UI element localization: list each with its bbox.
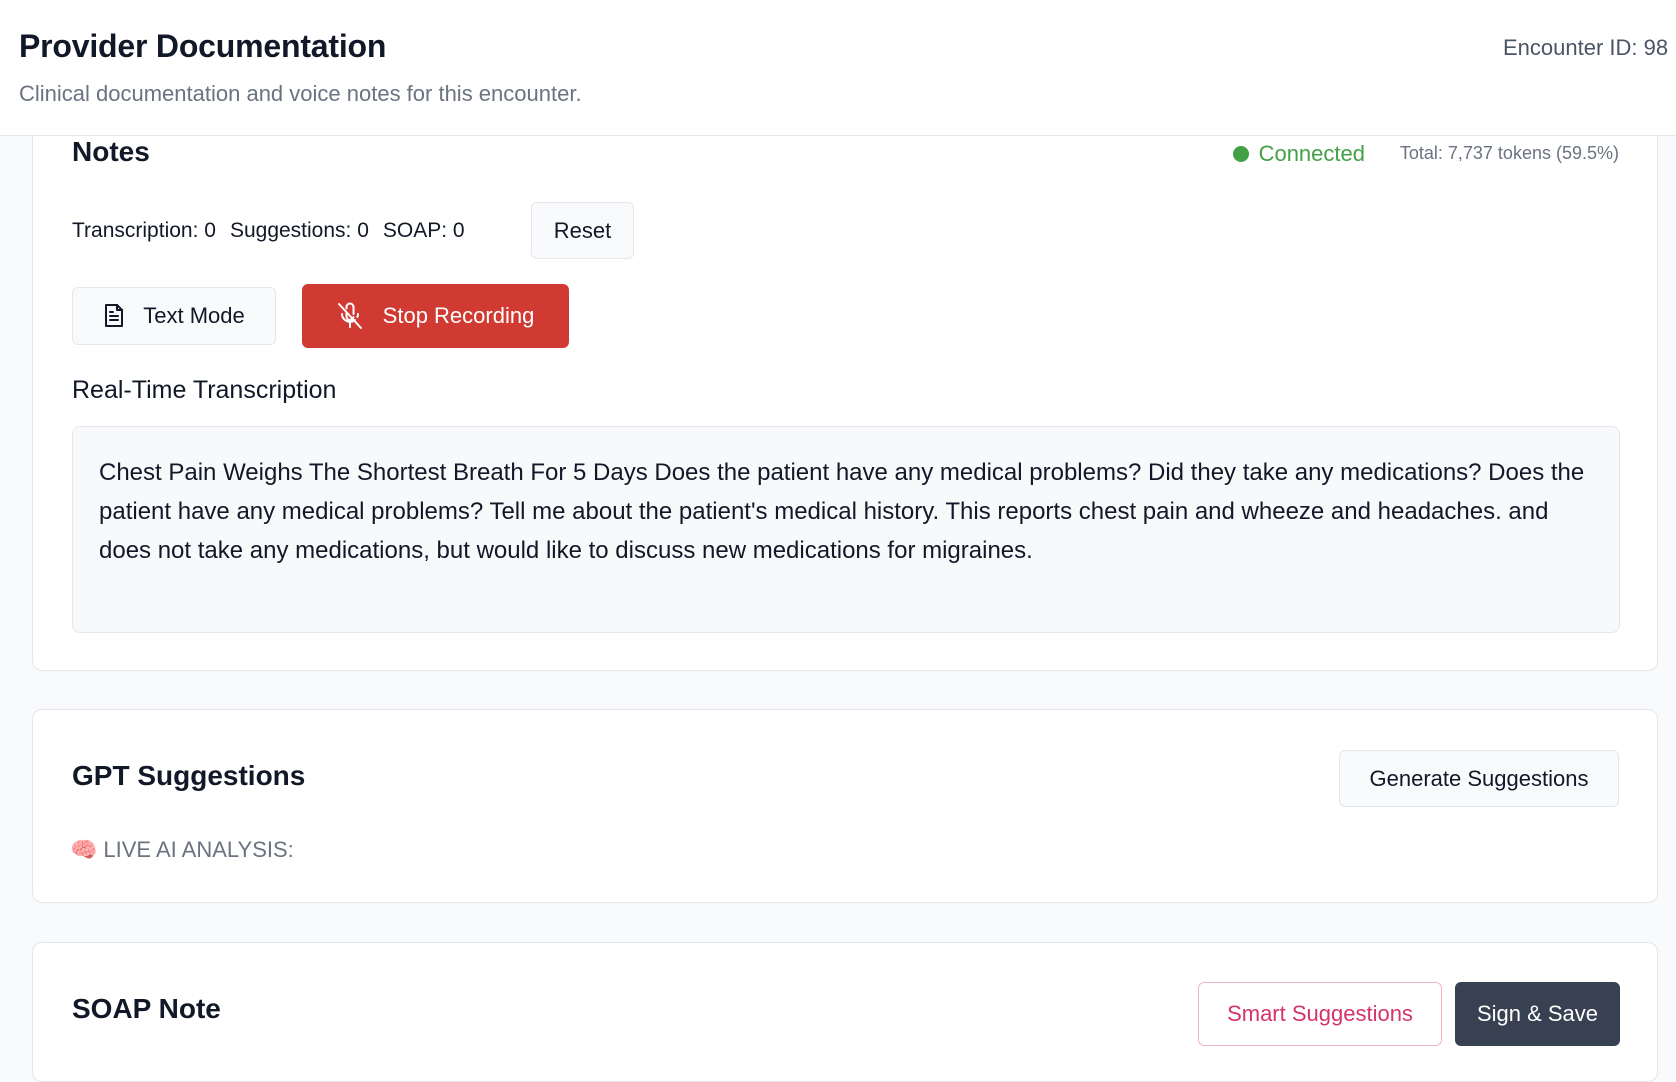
transcription-heading: Real-Time Transcription [72, 376, 337, 404]
smart-suggestions-button[interactable]: Smart Suggestions [1198, 982, 1442, 1046]
page-header: Provider Documentation Clinical document… [0, 0, 1676, 136]
live-ai-analysis: 🧠 LIVE AI ANALYSIS: [70, 837, 294, 863]
status-label: Connected [1258, 141, 1365, 166]
transcription-text: Chest Pain Weighs The Shortest Breath Fo… [72, 426, 1620, 633]
connection-status: Connected [1232, 141, 1365, 167]
reset-button[interactable]: Reset [531, 202, 634, 259]
text-mode-button[interactable]: Text Mode [72, 287, 276, 345]
page-subtitle: Clinical documentation and voice notes f… [19, 81, 582, 106]
transcription-count: Transcription: 0 [72, 219, 216, 242]
gpt-suggestions-title: GPT Suggestions [72, 760, 306, 791]
generate-suggestions-button[interactable]: Generate Suggestions [1339, 750, 1619, 807]
counts-row: Transcription: 0 Suggestions: 0 SOAP: 0 [72, 219, 465, 243]
page-title: Provider Documentation [19, 28, 387, 64]
stop-recording-label: Stop Recording [382, 303, 535, 328]
sign-save-button[interactable]: Sign & Save [1455, 982, 1620, 1046]
live-ai-analysis-label: LIVE AI ANALYSIS: [103, 837, 294, 862]
suggestions-count: Suggestions: 0 [229, 219, 369, 242]
mic-off-icon [337, 302, 363, 330]
notes-title: Notes [72, 136, 150, 167]
text-mode-label: Text Mode [143, 303, 245, 328]
stop-recording-button[interactable]: Stop Recording [302, 284, 569, 348]
encounter-id: Encounter ID: 98 [1503, 35, 1669, 60]
notes-card: Notes Connected Total: 7,737 tokens (59.… [32, 100, 1658, 671]
brain-icon: 🧠 [70, 837, 98, 862]
document-icon [103, 303, 125, 329]
status-dot-icon [1232, 146, 1249, 162]
soap-note-title: SOAP Note [72, 993, 221, 1024]
token-total: Total: 7,737 tokens (59.5%) [1399, 143, 1619, 163]
soap-note-card: SOAP Note Smart Suggestions Sign & Save [32, 942, 1658, 1082]
soap-count: SOAP: 0 [382, 219, 465, 242]
gpt-suggestions-card: GPT Suggestions Generate Suggestions 🧠 L… [32, 709, 1658, 903]
